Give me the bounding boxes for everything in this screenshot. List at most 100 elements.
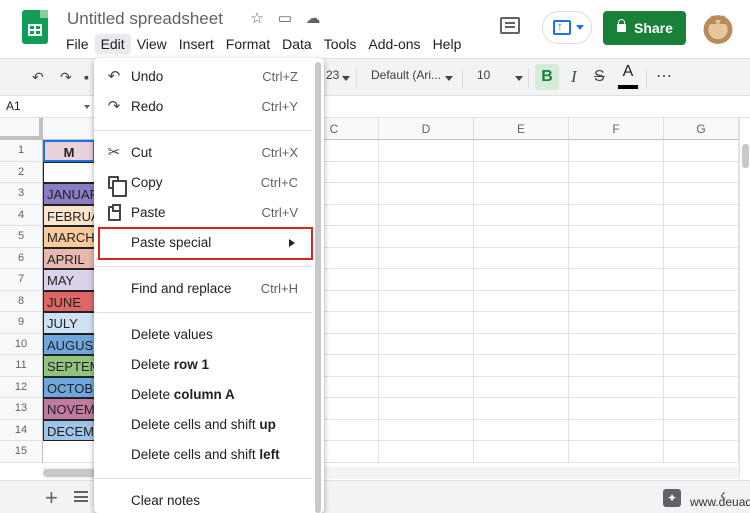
column-header-a[interactable] [43,118,95,140]
scrollbar-thumb[interactable] [742,144,749,168]
grid-cell[interactable] [569,355,664,377]
grid-cell[interactable] [379,140,474,162]
grid-cell[interactable] [379,376,474,398]
column-header-d[interactable]: D [379,118,474,140]
grid-cell[interactable] [569,204,664,226]
menu-help[interactable]: Help [427,34,468,54]
row-header[interactable]: 3 [0,183,43,205]
cell-a12[interactable]: OCTOBE [43,376,95,398]
column-header-f[interactable]: F [569,118,664,140]
cell-a4[interactable]: FEBRUA [43,204,95,226]
grid-cell[interactable] [664,140,739,162]
grid-cell[interactable] [664,183,739,205]
row-header[interactable]: 2 [0,161,43,183]
cell-a1[interactable]: M [43,140,95,162]
grid-cell[interactable] [474,398,569,420]
font-select[interactable]: Default (Ari... [371,68,441,82]
grid-cell[interactable] [664,441,739,463]
row-header[interactable]: 10 [0,333,43,355]
grid-cell[interactable] [379,355,474,377]
grid-cell[interactable] [569,312,664,334]
grid-cell[interactable] [474,269,569,291]
menu-item-undo[interactable]: ↶ Undo Ctrl+Z [94,62,312,92]
menu-item-delete-shift-up[interactable]: Delete cells and shift up [94,410,312,440]
sheets-logo-icon[interactable] [22,10,48,44]
column-header-g[interactable]: G [664,118,739,140]
document-title[interactable]: Untitled spreadsheet [67,9,223,29]
vertical-scrollbar[interactable] [739,118,750,478]
row-header[interactable]: 11 [0,355,43,377]
grid-cell[interactable] [474,183,569,205]
cell-a15[interactable] [43,441,95,463]
grid-cell[interactable] [474,312,569,334]
row-header[interactable]: 8 [0,290,43,312]
cell-a13[interactable]: NOVEM [43,398,95,420]
menu-tools[interactable]: Tools [318,34,363,54]
grid-cell[interactable] [379,269,474,291]
grid-cell[interactable] [474,226,569,248]
menu-item-copy[interactable]: Copy Ctrl+C [94,168,312,198]
star-icon[interactable]: ☆ [248,9,266,27]
grid-cell[interactable] [664,247,739,269]
menu-view[interactable]: View [131,34,173,54]
menu-item-delete-row[interactable]: Delete row 1 [94,350,312,380]
menu-insert[interactable]: Insert [173,34,220,54]
menu-item-delete-shift-left[interactable]: Delete cells and shift left [94,440,312,470]
row-header[interactable]: 4 [0,204,43,226]
row-header[interactable]: 7 [0,269,43,291]
grid-cell[interactable] [474,355,569,377]
undo-icon[interactable]: ↶ [32,67,44,87]
menu-edit[interactable]: Edit [94,34,131,54]
grid-cell[interactable] [569,290,664,312]
menu-scrollbar[interactable] [315,62,321,513]
grid-cell[interactable] [569,247,664,269]
name-box[interactable]: A1 [6,99,21,113]
menu-addons[interactable]: Add-ons [362,34,426,54]
grid-cell[interactable] [664,419,739,441]
grid-cell[interactable] [474,290,569,312]
grid-cell[interactable] [664,398,739,420]
text-color-button[interactable]: A [618,63,638,91]
menu-item-delete-column[interactable]: Delete column A [94,380,312,410]
avatar[interactable] [702,12,734,44]
grid-cell[interactable] [664,355,739,377]
grid-cell[interactable] [379,441,474,463]
grid-cell[interactable] [379,161,474,183]
grid-cell[interactable] [379,204,474,226]
grid-cell[interactable] [379,312,474,334]
name-box-caret-icon[interactable] [84,105,90,109]
menu-item-clear-notes[interactable]: Clear notes [94,486,312,513]
grid-cell[interactable] [664,312,739,334]
cell-a3[interactable]: JANUAR [43,183,95,205]
add-sheet-icon[interactable]: + [45,485,58,511]
grid-cell[interactable] [379,226,474,248]
menu-item-paste[interactable]: Paste Ctrl+V [94,198,312,228]
row-header[interactable]: 12 [0,376,43,398]
comment-icon[interactable] [500,17,520,34]
cell-a2[interactable] [43,161,95,183]
number-format[interactable]: 23 [326,68,339,82]
grid-cell[interactable] [664,376,739,398]
grid-cell[interactable] [379,247,474,269]
cell-a6[interactable]: APRIL [43,247,95,269]
grid-cell[interactable] [569,226,664,248]
menu-item-redo[interactable]: ↷ Redo Ctrl+Y [94,92,312,122]
grid-cell[interactable] [474,333,569,355]
menu-format[interactable]: Format [220,34,276,54]
grid-cell[interactable] [569,161,664,183]
menu-file[interactable]: File [60,34,95,54]
grid-cell[interactable] [569,419,664,441]
present-button[interactable] [542,11,592,44]
grid-cell[interactable] [664,204,739,226]
italic-button[interactable]: I [571,67,577,87]
column-header-e[interactable]: E [474,118,569,140]
cell-a5[interactable]: MARCH [43,226,95,248]
grid-cell[interactable] [569,140,664,162]
grid-cell[interactable] [664,226,739,248]
bold-button[interactable]: B [535,64,559,90]
all-sheets-icon[interactable] [74,491,88,502]
move-to-folder-icon[interactable]: ▭ [276,9,294,27]
row-header[interactable]: 9 [0,312,43,334]
cell-a14[interactable]: DECEM [43,419,95,441]
grid-cell[interactable] [379,333,474,355]
